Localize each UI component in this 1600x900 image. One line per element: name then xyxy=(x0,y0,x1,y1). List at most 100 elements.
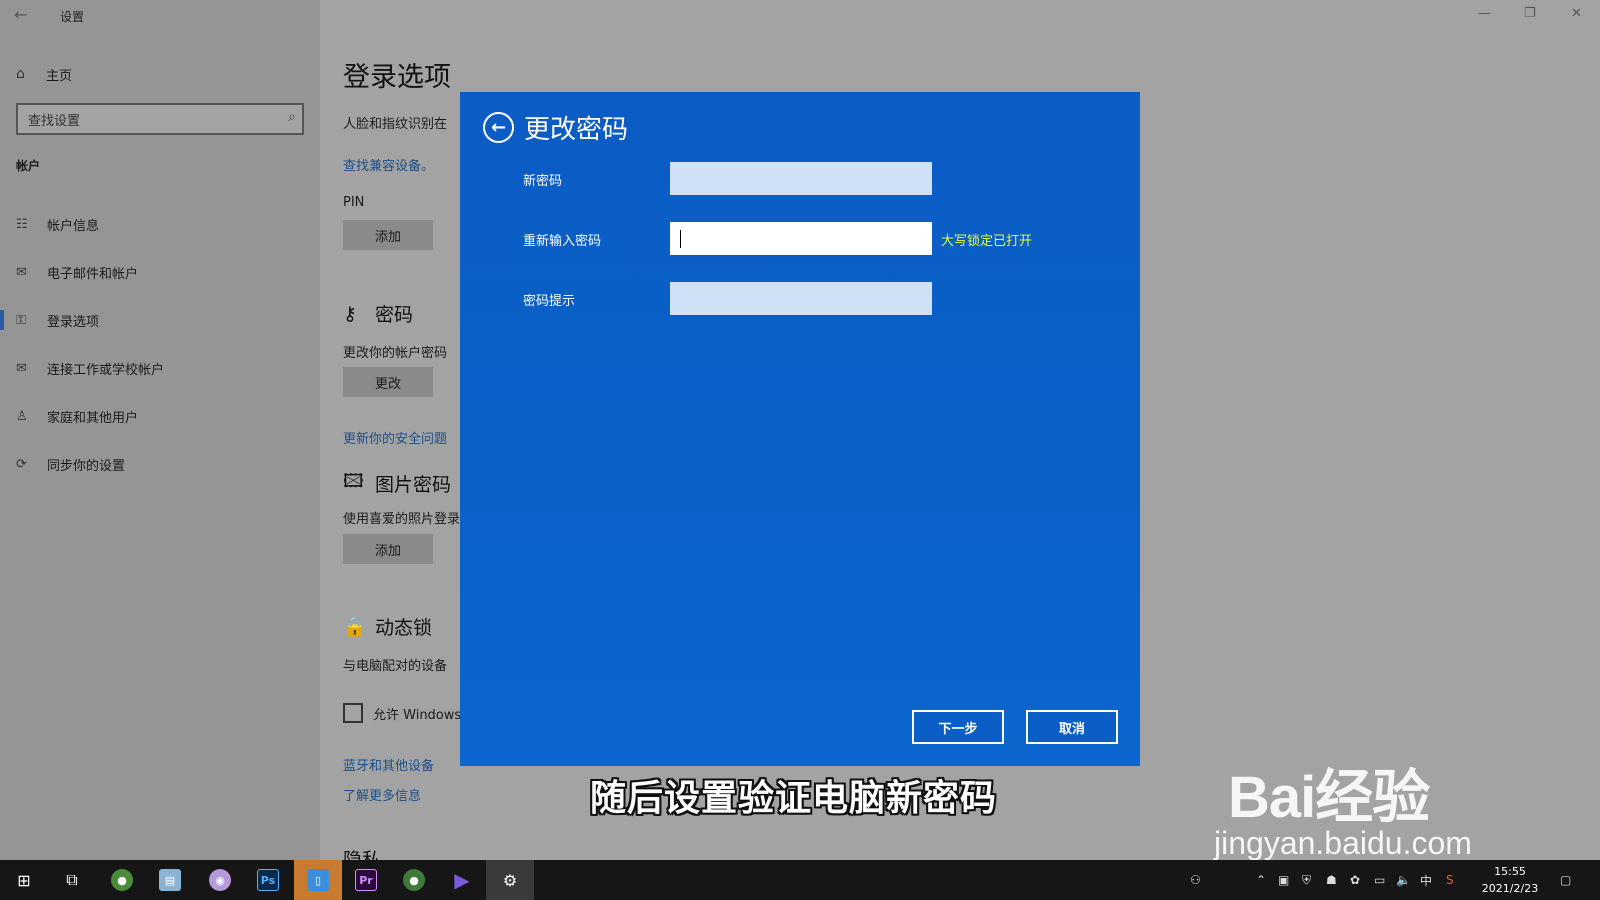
password-heading-text: 密码 xyxy=(375,304,414,326)
bluetooth-link[interactable]: 蓝牙和其他设备 xyxy=(343,755,434,774)
watermark-url: jingyan.baidu.com xyxy=(1214,825,1472,861)
mail-icon: ✉ xyxy=(16,264,27,280)
page-title: 登录选项 xyxy=(343,62,451,93)
password-description: 更改你的帐户密码 xyxy=(343,346,448,361)
baidu-watermark: Bai经验 jingyan.baidu.com xyxy=(1214,750,1528,861)
home-icon: ⌂ xyxy=(16,66,25,82)
volume-icon[interactable]: 🔈 xyxy=(1396,860,1411,900)
password-hint-label: 密码提示 xyxy=(523,294,576,309)
privacy-heading: 隐私 xyxy=(343,849,382,860)
task-view-icon[interactable]: ⧉ xyxy=(48,860,96,900)
sidebar-item-label: 连接工作或学校帐户 xyxy=(47,362,165,378)
shield-icon[interactable]: ⛨ xyxy=(1302,860,1311,900)
sync-icon: ⟳ xyxy=(16,456,27,472)
title-bar: ← 设置 — ❐ ✕ xyxy=(0,0,1600,32)
window-title: 设置 xyxy=(60,10,85,24)
next-button[interactable]: 下一步 xyxy=(912,710,1004,744)
close-icon[interactable]: ✕ xyxy=(1571,6,1582,21)
dynamic-lock-icon: 🔒 xyxy=(343,616,367,638)
sidebar-section-title: 帐户 xyxy=(16,159,41,173)
search-icon: ⌕ xyxy=(288,109,296,125)
sidebar-item-label: 登录选项 xyxy=(47,314,100,330)
sidebar-item-label: 电子邮件和帐户 xyxy=(47,266,139,282)
settings-sidebar: ⌂ 主页 查找设置 ⌕ 帐户 ☷ 帐户信息 ✉ 电子邮件和帐户 ⚿ 登录选项 ✉… xyxy=(0,0,320,860)
search-placeholder: 查找设置 xyxy=(28,114,81,129)
disk-icon[interactable]: ◉ xyxy=(196,860,244,900)
sidebar-home-label: 主页 xyxy=(46,68,73,84)
cancel-button[interactable]: 取消 xyxy=(1026,710,1118,744)
start-icon[interactable]: ⊞ xyxy=(0,860,48,900)
people-icon[interactable]: ⚇ xyxy=(1190,860,1201,900)
taskbar: ⊞ ⧉ ● ▤ ◉ Ps ▯ Pr ● ▶ ⚙ ⚇ ⌃ ▣ ⛨ ☗ ✿ ▭ 🔈 … xyxy=(0,860,1600,900)
clock-date: 2021/2/23 xyxy=(1481,882,1539,895)
sidebar-item-account-info[interactable]: ☷ 帐户信息 xyxy=(0,204,320,244)
new-password-field[interactable] xyxy=(670,162,932,195)
sidebar-item-email[interactable]: ✉ 电子邮件和帐户 xyxy=(0,252,320,292)
briefcase-icon: ✉ xyxy=(16,360,27,376)
phone-icon[interactable]: ▯ xyxy=(294,860,342,900)
pin-add-button[interactable]: 添加 xyxy=(343,220,433,250)
sidebar-item-work-school[interactable]: ✉ 连接工作或学校帐户 xyxy=(0,348,320,388)
chrome-icon[interactable]: ● xyxy=(98,860,146,900)
picture-password-description: 使用喜爱的照片登录 xyxy=(343,512,461,527)
account-info-icon: ☷ xyxy=(16,216,28,232)
settings-icon[interactable]: ⚙ xyxy=(486,860,534,900)
sogou-icon[interactable]: S xyxy=(1446,860,1454,900)
picture-heading-text: 图片密码 xyxy=(375,473,452,496)
picture-add-button[interactable]: 添加 xyxy=(343,534,433,564)
person-icon: ♙ xyxy=(16,408,28,424)
sidebar-item-signin-options[interactable]: ⚿ 登录选项 xyxy=(0,300,320,340)
password-hint-field[interactable] xyxy=(670,282,932,315)
dynamic-heading-text: 动态锁 xyxy=(375,617,433,639)
sidebar-item-label: 家庭和其他用户 xyxy=(47,410,139,426)
text-caret xyxy=(680,230,681,248)
sidebar-home[interactable]: ⌂ 主页 xyxy=(16,62,72,86)
tray-app-icon[interactable]: ☗ xyxy=(1326,860,1337,900)
checkbox-label: 允许 Windows xyxy=(373,707,462,723)
tray-app-icon[interactable]: ▣ xyxy=(1278,860,1289,900)
dynamic-lock-heading: 🔒 动态锁 xyxy=(343,613,432,640)
password-heading: ⚷ 密码 xyxy=(343,300,413,327)
change-password-dialog: ← 更改密码 新密码 重新输入密码 大写锁定已打开 密码提示 下一步 取消 xyxy=(460,92,1140,766)
watermark-brand: Bai经验 xyxy=(1228,765,1430,830)
key-icon: ⚷ xyxy=(343,302,357,325)
ime-indicator[interactable]: 中 xyxy=(1420,860,1432,900)
pin-label: PIN xyxy=(343,195,365,210)
back-circle-icon[interactable]: ← xyxy=(483,112,514,143)
media-icon[interactable]: ▶ xyxy=(438,860,486,900)
allow-windows-checkbox[interactable]: 允许 Windows xyxy=(343,703,461,723)
new-password-label: 新密码 xyxy=(523,174,563,189)
search-input[interactable]: 查找设置 ⌕ xyxy=(16,103,304,135)
minimize-icon[interactable]: — xyxy=(1478,6,1491,21)
caps-lock-warning: 大写锁定已打开 xyxy=(941,234,1033,249)
sidebar-item-family[interactable]: ♙ 家庭和其他用户 xyxy=(0,396,320,436)
notes-icon[interactable]: ▤ xyxy=(146,860,194,900)
taskbar-clock[interactable]: 15:55 2021/2/23 xyxy=(1475,863,1545,897)
video-subtitle: 随后设置验证电脑新密码 xyxy=(590,778,998,819)
confirm-password-field[interactable] xyxy=(670,222,932,255)
sidebar-item-label: 帐户信息 xyxy=(47,218,100,234)
clock-time: 15:55 xyxy=(1494,865,1526,878)
dialog-title: 更改密码 xyxy=(524,115,629,145)
tray-app-icon[interactable]: ✿ xyxy=(1350,860,1360,900)
key-icon: ⚿ xyxy=(16,312,26,328)
photoshop-icon[interactable]: Ps xyxy=(244,860,292,900)
checkbox-box[interactable] xyxy=(343,703,363,723)
confirm-password-label: 重新输入密码 xyxy=(523,234,602,249)
network-icon[interactable]: ▭ xyxy=(1374,860,1385,900)
dynamic-lock-description: 与电脑配对的设备 xyxy=(343,659,448,674)
restore-icon[interactable]: ❐ xyxy=(1524,6,1536,21)
chrome-icon[interactable]: ● xyxy=(390,860,438,900)
notification-icon[interactable]: ▢ xyxy=(1560,860,1571,900)
back-arrow-icon[interactable]: ← xyxy=(14,5,27,24)
face-recognition-text: 人脸和指纹识别在 xyxy=(343,117,448,132)
password-change-button[interactable]: 更改 xyxy=(343,367,433,397)
sidebar-item-sync[interactable]: ⟳ 同步你的设置 xyxy=(0,444,320,484)
tray-chevron-icon[interactable]: ⌃ xyxy=(1256,860,1266,900)
premiere-icon[interactable]: Pr xyxy=(342,860,390,900)
picture-password-heading: 🖾 图片密码 xyxy=(343,467,451,499)
find-devices-link[interactable]: 查找兼容设备。 xyxy=(343,155,434,174)
learn-more-link[interactable]: 了解更多信息 xyxy=(343,785,421,804)
security-questions-link[interactable]: 更新你的安全问题 xyxy=(343,428,447,447)
sidebar-item-label: 同步你的设置 xyxy=(47,458,126,474)
